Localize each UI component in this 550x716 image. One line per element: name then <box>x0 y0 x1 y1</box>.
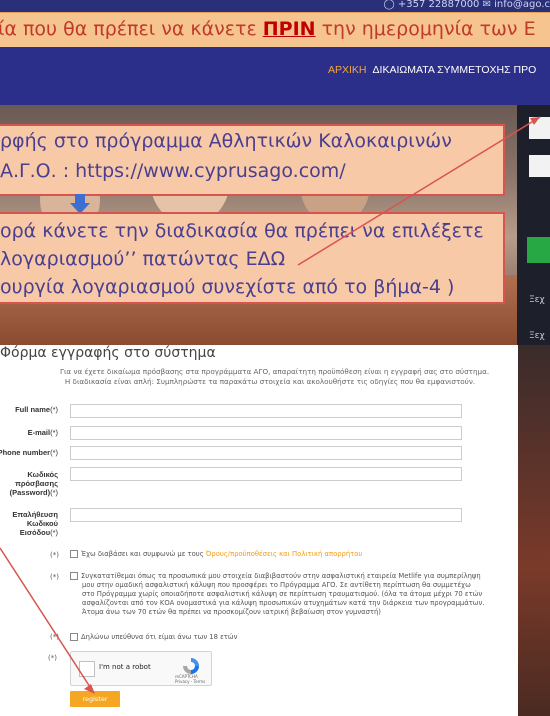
consent-text-5: Άτομα άνω των 70 ετών θα πρέπει να προσκ… <box>82 608 381 616</box>
banner-emphasis: ΠΡΙΝ <box>262 18 316 40</box>
terms-required-marker: (*) <box>50 551 59 559</box>
top-contact-bar: ◯ +357 22887000 ✉ info@ago.c <box>0 0 550 12</box>
recaptcha-brand: reCAPTCHA Privacy - Terms <box>175 674 205 684</box>
side-photo <box>518 345 550 716</box>
form-intro-1: Για να έχετε δικαίωμα πρόσβασης στα προγ… <box>60 367 490 376</box>
nav-rights-link[interactable]: ΔΙΚΑΙΩΜΑΤΑ ΣΥΜΜΕΤΟΧΗΣ ΠΡΟ <box>373 64 537 76</box>
forgot-link-2[interactable]: Ξεχ <box>529 331 545 341</box>
confirm-password-label: Επαλήθευση Κωδικού Εισόδου(*) <box>10 510 58 537</box>
recaptcha-links[interactable]: Privacy - Terms <box>175 679 205 684</box>
required-marker: (*) <box>50 528 58 537</box>
consent-row: Συγκατατίθεμαι όπως τα προσωπικά μου στο… <box>70 572 510 617</box>
banner-text: ία που θα πρέπει να κάνετε ΠΡΙΝ την ημερ… <box>0 18 536 40</box>
password-label: Κωδικός πρόσβασης (Password)(*) <box>6 470 58 497</box>
recaptcha-logo-icon <box>183 658 199 674</box>
forgot-link-1[interactable]: Ξεχ <box>529 295 545 305</box>
age-checkbox[interactable] <box>70 633 78 641</box>
nav-links: ΑΡΧΙΚΗ ΔΙΚΑΙΩΜΑΤΑ ΣΥΜΜΕΤΟΧΗΣ ΠΡΟ <box>328 64 536 76</box>
terms-text: Έχω διαβάσει και συμφωνώ με τους <box>81 550 206 558</box>
full-name-label-text: Full name <box>15 405 51 414</box>
callout-create-account: ορά κάνετε την διαδικασία θα πρέπει να ε… <box>0 212 505 304</box>
consent-text-4: ασφαλίζονται από τον ΚΟΑ ονομαστικά για … <box>82 599 485 607</box>
recaptcha-checkbox[interactable] <box>79 661 95 677</box>
banner-suffix: την ημερομηνία των Ε <box>315 18 536 40</box>
captcha-required-marker: (*) <box>48 654 57 662</box>
recaptcha-widget: I'm not a robot reCAPTCHA Privacy - Terms <box>70 651 212 686</box>
required-marker: (*) <box>50 428 58 437</box>
instruction-banner: ία που θα πρέπει να κάνετε ΠΡΙΝ την ημερ… <box>0 12 550 48</box>
login-password-field[interactable] <box>529 155 550 177</box>
form-title: Φόρμα εγγραφής στο σύστημα <box>0 345 216 361</box>
email-label-text: E-mail <box>27 428 51 437</box>
consent-text-2: μου στην ομαδική ασφαλιστική κάλυψη που … <box>82 581 471 589</box>
callout1-line1: ρφής στο πρόγραμμα Αθλητικών Καλοκαιρινώ… <box>0 130 452 152</box>
consent-checkbox[interactable] <box>70 572 78 580</box>
consent-text-1: Συγκατατίθεμαι όπως τα προσωπικά μου στο… <box>81 572 481 580</box>
form-intro-2: Η διαδικασία είναι απλή: Συμπληρώστε τα … <box>64 377 476 386</box>
terms-checkbox[interactable] <box>70 550 78 558</box>
banner-prefix: ία που θα πρέπει να κάνετε <box>0 18 263 40</box>
callout-register-url: ρφής στο πρόγραμμα Αθλητικών Καλοκαιρινώ… <box>0 124 505 196</box>
required-marker: (*) <box>50 488 58 497</box>
required-marker: (*) <box>50 405 58 414</box>
age-text: Δηλώνω υπεύθυνα ότι είμαι άνω των 18 ετώ… <box>81 633 238 641</box>
consent-line: Συγκατατίθεμαι όπως τα προσωπικά μου στο… <box>70 572 510 581</box>
phone-input[interactable] <box>70 446 462 460</box>
register-button[interactable]: register <box>70 691 120 707</box>
full-name-label: Full name(*) <box>0 405 58 414</box>
contact-info: ◯ +357 22887000 ✉ info@ago.c <box>383 0 550 10</box>
main-nav: ΑΡΧΙΚΗ ΔΙΚΑΙΩΜΑΤΑ ΣΥΜΜΕΤΟΧΗΣ ΠΡΟ <box>0 47 550 105</box>
phone-label-text: Phone number <box>0 448 51 457</box>
recaptcha-label: I'm not a robot <box>99 663 151 671</box>
terms-row: Έχω διαβάσει και συμφωνώ με τους Όρους/π… <box>70 550 510 559</box>
required-marker: (*) <box>50 448 58 457</box>
callout2-line3: ουργία λογαριασμού συνεχίστε από το βήμα… <box>0 276 455 298</box>
terms-link[interactable]: Όρους/προϋποθέσεις και Πολιτική απορρήτο… <box>206 550 362 558</box>
consent-required-marker: (*) <box>50 573 59 581</box>
login-panel: Ξεχ Ξεχ <box>517 105 550 345</box>
confirm-password-input[interactable] <box>70 508 462 522</box>
login-username-field[interactable] <box>529 117 550 139</box>
callout2-line1: ορά κάνετε την διαδικασία θα πρέπει να ε… <box>0 220 484 242</box>
consent-text-3: στο Πρόγραμμα χωρίς οποιαδήποτε ασφαλιστ… <box>82 590 483 598</box>
email-label: E-mail(*) <box>0 428 58 437</box>
callout1-line2: Α.Γ.Ο. : https://www.cyprusago.com/ <box>0 160 346 182</box>
age-required-marker: (*) <box>50 633 59 641</box>
phone-label: (*)Phone number <box>0 448 58 457</box>
down-arrow-icon <box>70 194 90 214</box>
password-input[interactable] <box>70 467 462 481</box>
email-input[interactable] <box>70 426 462 440</box>
login-button[interactable] <box>527 237 550 263</box>
age-row: Δηλώνω υπεύθυνα ότι είμαι άνω των 18 ετώ… <box>70 633 510 642</box>
callout2-line2: λογαριασμού’’ πατώντας ΕΔΩ <box>0 248 286 270</box>
full-name-input[interactable] <box>70 404 462 418</box>
nav-home-link[interactable]: ΑΡΧΙΚΗ <box>328 64 367 76</box>
